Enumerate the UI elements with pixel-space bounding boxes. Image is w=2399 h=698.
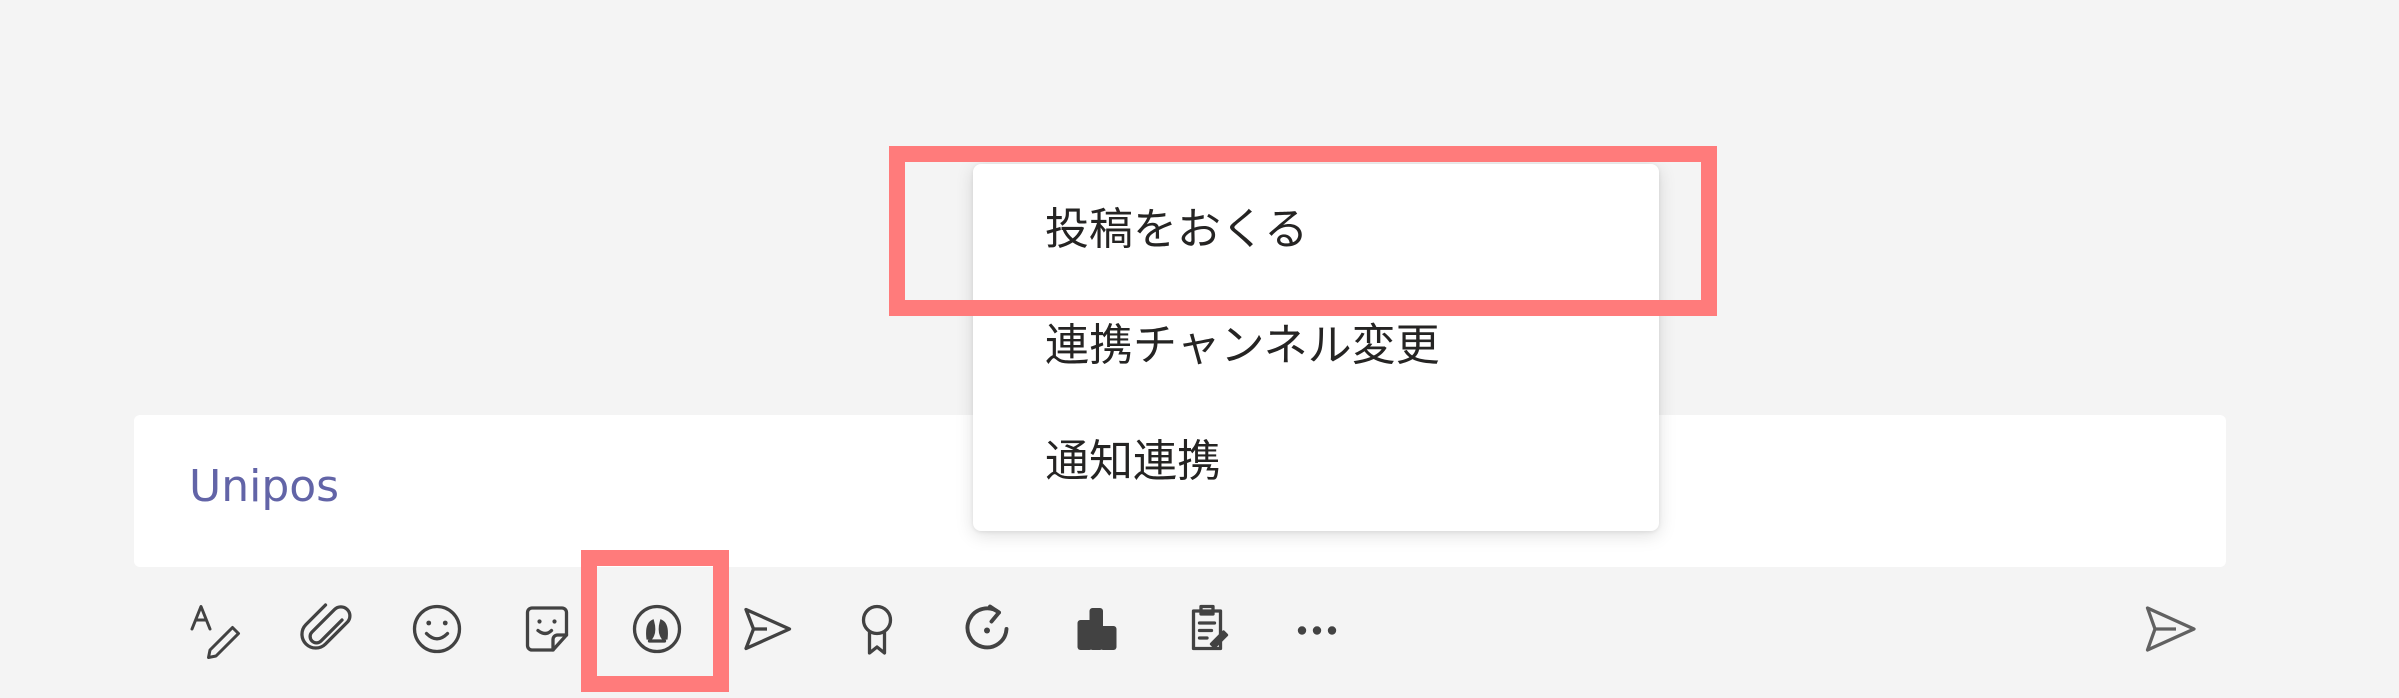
attach-icon[interactable] [287,589,367,669]
menu-item-notification-link[interactable]: 通知連携 [1045,440,1221,484]
emoji-icon[interactable] [397,589,477,669]
send-icon[interactable] [2130,589,2210,669]
sticker-icon[interactable] [507,589,587,669]
stream-icon[interactable] [727,589,807,669]
format-icon[interactable] [176,589,256,669]
more-icon[interactable] [1277,589,1357,669]
app-icon-highlight [581,550,729,692]
compose-toolbar [0,575,2399,685]
clipboard-icon[interactable] [1167,589,1247,669]
menu-item-change-channel[interactable]: 連携チャンネル変更 [1045,324,1440,368]
loop-icon[interactable] [947,589,1027,669]
praise-icon[interactable] [837,589,917,669]
compose-text: Unipos [189,461,340,512]
app-icon[interactable] [1057,589,1137,669]
menu-item-highlight [889,146,1717,316]
